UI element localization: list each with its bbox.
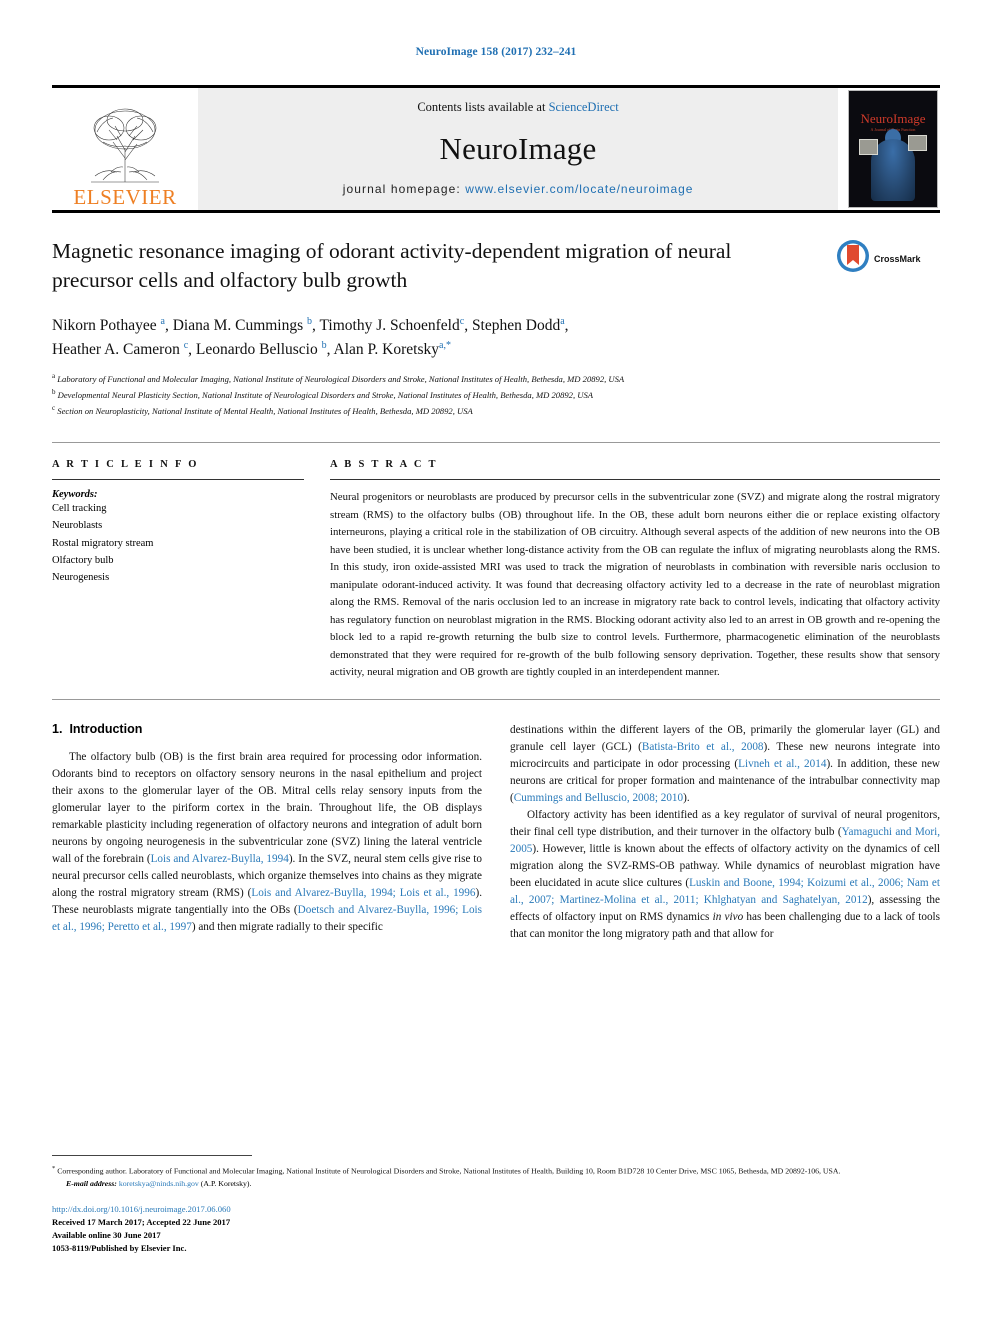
received-accepted-dates: Received 17 March 2017; Accepted 22 June… — [52, 1217, 231, 1228]
email-label: E-mail address: — [66, 1179, 117, 1189]
journal-masthead: ELSEVIER Contents lists available at Sci… — [52, 85, 940, 210]
affiliation-b-text: Developmental Neural Plasticity Section,… — [57, 389, 594, 400]
doi-link[interactable]: http://dx.doi.org/10.1016/j.neuroimage.2… — [52, 1203, 940, 1216]
body-columns: 1. Introduction The olfactory bulb (OB) i… — [52, 722, 940, 943]
affiliation-marker-b: b — [52, 387, 56, 396]
affiliation-a-text: Laboratory of Functional and Molecular I… — [57, 373, 625, 384]
citation-link[interactable]: Lois and Alvarez-Buylla, 1994; Lois et a… — [251, 887, 475, 899]
article-info-column: A R T I C L E I N F O Keywords: Cell tra… — [52, 459, 304, 681]
affiliation-marker-c: c — [52, 403, 56, 412]
author-affil-marker: b — [321, 339, 327, 351]
title-container: Magnetic resonance imaging of odorant ac… — [52, 237, 836, 295]
affiliation-c-text: Section on Neuroplasticity, National Ins… — [57, 405, 473, 416]
article-page: NeuroImage 158 (2017) 232–241 ELSEVIER C… — [0, 0, 992, 1323]
keywords-list: Cell tracking Neuroblasts Rostal migrato… — [52, 500, 304, 586]
elsevier-wordmark: ELSEVIER — [73, 185, 177, 209]
affiliation-marker-a: a — [52, 371, 56, 380]
crossmark-icon — [836, 239, 870, 278]
citation-link[interactable]: Cummings and Belluscio, 2008; 2010 — [514, 792, 683, 804]
abstract-heading: A B S T R A C T — [330, 459, 438, 471]
article-info-heading: A R T I C L E I N F O — [52, 459, 199, 471]
cover-brain-scan-right — [908, 135, 927, 151]
citation-link[interactable]: Lois and Alvarez-Buylla, 1994 — [151, 853, 289, 865]
author-line-2: Heather A. Cameron c, Leonardo Belluscio… — [52, 339, 451, 358]
email-link[interactable]: koretskya@ninds.nih.gov — [119, 1179, 199, 1188]
citation-link[interactable]: Batista-Brito et al., 2008 — [642, 741, 764, 753]
body-column-left: 1. Introduction The olfactory bulb (OB) i… — [52, 722, 482, 943]
intro-left-text-a: The olfactory bulb (OB) is the first bra… — [52, 750, 482, 865]
journal-cover-thumbnail: NeuroImage A Journal of Brain Function — [848, 88, 940, 210]
running-head: NeuroImage 158 (2017) 232–241 — [415, 46, 577, 58]
affiliation-b: b Developmental Neural Plasticity Sectio… — [52, 387, 940, 403]
keyword-item: Olfactory bulb — [52, 554, 114, 566]
info-abstract-section: A R T I C L E I N F O Keywords: Cell tra… — [52, 442, 940, 681]
abstract-rule-top — [330, 479, 940, 481]
publication-info: http://dx.doi.org/10.1016/j.neuroimage.2… — [52, 1203, 940, 1255]
corresponding-author-text: Corresponding author. Laboratory of Func… — [57, 1166, 841, 1176]
author-affil-marker: b — [307, 315, 313, 327]
author-affil-marker: c — [459, 315, 465, 327]
section-heading-introduction: 1. Introduction — [52, 722, 482, 736]
available-online-date: Available online 30 June 2017 — [52, 1230, 161, 1241]
affiliation-list: a Laboratory of Functional and Molecular… — [52, 371, 940, 418]
citation-link[interactable]: Livneh et al., 2014 — [738, 758, 826, 770]
author-list: Nikorn Pothayee a, Diana M. Cummings b, … — [52, 314, 940, 362]
masthead-bottom-rule — [52, 210, 940, 213]
elsevier-tree-icon — [73, 102, 177, 186]
email-footnote: E-mail address: koretskya@ninds.nih.gov … — [52, 1179, 940, 1188]
author-line-1: Nikorn Pothayee a, Diana M. Cummings b, … — [52, 315, 569, 334]
journal-homepage-line: journal homepage: www.elsevier.com/locat… — [343, 182, 694, 196]
issn-publisher-line: 1053-8119/Published by Elsevier Inc. — [52, 1243, 187, 1254]
corresponding-marker: * — [52, 1164, 56, 1172]
keywords-label: Keywords: — [52, 489, 98, 501]
section-title: Introduction — [69, 721, 143, 736]
intro-left-text-d: ) and then migrate radially to their spe… — [191, 920, 383, 933]
intro-paragraph-right-1: destinations within the different layers… — [510, 722, 940, 807]
masthead-center: Contents lists available at ScienceDirec… — [198, 88, 838, 210]
intro-paragraph-right-2: Olfactory activity has been identified a… — [510, 807, 940, 943]
journal-title: NeuroImage — [439, 130, 597, 166]
body-column-right: destinations within the different layers… — [510, 722, 940, 943]
author-affil-marker: c — [183, 339, 189, 351]
author-affil-marker: a — [560, 315, 565, 327]
keyword-item: Neuroblasts — [52, 520, 103, 532]
cover-title-text: NeuroImage — [860, 111, 926, 126]
elsevier-logo: ELSEVIER — [52, 88, 198, 210]
page-title: Magnetic resonance imaging of odorant ac… — [52, 239, 732, 292]
affiliation-c: c Section on Neuroplasticity, National I… — [52, 403, 940, 419]
keyword-item: Rostal migratory stream — [52, 537, 154, 549]
cover-image: NeuroImage A Journal of Brain Function — [848, 90, 938, 208]
email-suffix: (A.P. Koretsky). — [200, 1179, 252, 1189]
homepage-label: journal homepage: — [342, 182, 466, 196]
abstract-bottom-rule — [52, 698, 940, 700]
affiliation-a: a Laboratory of Functional and Molecular… — [52, 371, 940, 387]
article-info-rule — [52, 479, 304, 481]
section-number: 1. — [52, 721, 63, 736]
intro-right-text-d: ). — [683, 791, 690, 804]
author-affil-marker: a — [160, 315, 165, 327]
crossmark-badge[interactable]: CrossMark — [836, 239, 940, 278]
abstract-text: Neural progenitors or neuroblasts are pr… — [330, 491, 940, 679]
author-affil-marker: a,* — [439, 339, 451, 351]
footnote-separator-rule — [52, 1154, 252, 1156]
cover-brain-scan-left — [859, 139, 878, 155]
intro-paragraph-left: The olfactory bulb (OB) is the first bra… — [52, 749, 482, 936]
keyword-item: Neurogenesis — [52, 571, 110, 583]
corresponding-author-footnote: * Corresponding author. Laboratory of Fu… — [52, 1164, 940, 1178]
keyword-item: Cell tracking — [52, 503, 107, 515]
abstract-column: A B S T R A C T Neural progenitors or ne… — [330, 459, 940, 681]
title-block: Magnetic resonance imaging of odorant ac… — [52, 237, 940, 295]
homepage-url-link[interactable]: www.elsevier.com/locate/neuroimage — [465, 182, 693, 196]
footnote-area: * Corresponding author. Laboratory of Fu… — [52, 1154, 940, 1255]
sciencedirect-link[interactable]: ScienceDirect — [549, 100, 619, 114]
contents-prefix: Contents lists available at — [417, 100, 549, 114]
latin-phrase: in vivo — [712, 910, 744, 923]
crossmark-label: CrossMark — [874, 253, 921, 264]
contents-available-line: Contents lists available at ScienceDirec… — [417, 100, 618, 115]
